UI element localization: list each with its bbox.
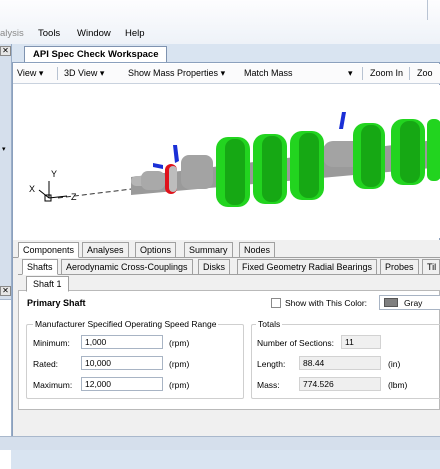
sections-value: 11: [341, 335, 381, 349]
tab-aerodynamic-cross-couplings[interactable]: Aerodynamic Cross-Couplings: [61, 259, 193, 275]
toolbar-separator: [57, 67, 58, 80]
menu-help[interactable]: Help: [125, 28, 145, 39]
toolbar: View ▾ 3D View ▾ Show Mass Properties ▾ …: [13, 64, 440, 84]
match-mass-label: Match Mass: [244, 68, 293, 78]
toolbar-separator: [409, 67, 410, 80]
view-label: View: [17, 68, 37, 78]
tab-options[interactable]: Options: [135, 242, 177, 258]
mass-unit: (lbm): [388, 380, 408, 390]
menu-analysis[interactable]: alysis: [0, 28, 24, 39]
length-unit: (in): [388, 359, 401, 369]
tab-summary[interactable]: Summary: [184, 242, 233, 258]
tab-probes[interactable]: Probes: [380, 259, 419, 275]
match-mass-dropdown[interactable]: Match Mass: [244, 68, 293, 78]
zoom-button[interactable]: Zoo: [417, 68, 433, 78]
tab-api-spec-check-workspace[interactable]: API Spec Check Workspace 1: [24, 46, 167, 75]
titlebar-divider: [427, 0, 428, 20]
chevron-down-icon: ▾: [220, 68, 226, 78]
toolbar-separator: [362, 67, 363, 80]
menu-bar: alysis Tools Window Help: [0, 0, 440, 44]
mass-label: Mass:: [257, 380, 280, 390]
subtab-strip-border: [18, 274, 440, 275]
color-value: Gray: [404, 298, 423, 308]
zoom-in-button[interactable]: Zoom In: [370, 68, 403, 78]
close-icon[interactable]: ✕: [0, 286, 11, 296]
tab-til[interactable]: Til: [422, 259, 440, 275]
3d-view-dropdown[interactable]: 3D View ▾: [64, 68, 104, 79]
show-mass-properties-label: Show Mass Properties: [128, 68, 219, 78]
length-label: Length:: [257, 359, 286, 369]
rotor-model: Y X Z: [29, 112, 440, 207]
show-color-checkbox[interactable]: [271, 298, 281, 308]
chevron-down-icon[interactable]: ▾: [348, 68, 353, 79]
close-icon[interactable]: ✕: [0, 46, 11, 56]
minimum-label: Minimum:: [33, 338, 70, 348]
tab-fixed-geometry-radial-bearings[interactable]: Fixed Geometry Radial Bearings: [237, 259, 378, 275]
view-dropdown[interactable]: View ▾: [17, 68, 43, 79]
axis-x-label: X: [29, 184, 35, 194]
primary-shaft-title: Primary Shaft: [27, 298, 86, 308]
menu-window[interactable]: Window: [77, 28, 111, 39]
rated-unit: (rpm): [169, 359, 190, 369]
color-select[interactable]: Gray: [379, 295, 440, 310]
rated-speed-input[interactable]: 10,000: [81, 356, 163, 370]
maximum-speed-input[interactable]: 12,000: [81, 377, 163, 391]
seal-ring: [165, 164, 177, 194]
menu-tools[interactable]: Tools: [38, 28, 60, 39]
tab-disks[interactable]: Disks: [198, 259, 230, 275]
chevron-down-icon[interactable]: ▾: [2, 146, 9, 153]
show-color-label: Show with This Color:: [285, 298, 368, 308]
rated-label: Rated:: [33, 359, 59, 369]
minimum-unit: (rpm): [169, 338, 190, 348]
left-dock-pane: ✕ ✕ ▾: [0, 44, 12, 469]
minimum-speed-input[interactable]: 1,000: [81, 335, 163, 349]
length-value: 88.44: [299, 356, 381, 370]
tab-components[interactable]: Components: [18, 242, 80, 258]
mass-value: 774.526: [299, 377, 381, 391]
chevron-down-icon: ▾: [99, 68, 105, 78]
axis-z-label: Z: [71, 192, 77, 202]
status-bar: [0, 436, 440, 450]
color-swatch: [384, 298, 398, 307]
chevron-down-icon: ▾: [38, 68, 44, 78]
speed-range-title: Manufacturer Specified Operating Speed R…: [33, 319, 219, 329]
tab-nodes[interactable]: Nodes: [239, 242, 276, 258]
3d-viewport[interactable]: Y X Z: [13, 85, 440, 238]
totals-title: Totals: [256, 319, 283, 329]
tab-analyses[interactable]: Analyses: [82, 242, 129, 258]
maximum-label: Maximum:: [33, 380, 73, 390]
sections-label: Number of Sections:: [257, 338, 335, 348]
axis-y-label: Y: [51, 169, 57, 179]
maximum-unit: (rpm): [169, 380, 190, 390]
shaft-properties: Primary Shaft Show with This Color: Gray…: [18, 290, 440, 410]
tab-shafts[interactable]: Shafts: [22, 259, 58, 275]
tab-shaft-1[interactable]: Shaft 1: [26, 276, 69, 292]
3d-view-label: 3D View: [64, 68, 98, 78]
show-mass-properties-dropdown[interactable]: Show Mass Properties ▾: [128, 68, 225, 79]
